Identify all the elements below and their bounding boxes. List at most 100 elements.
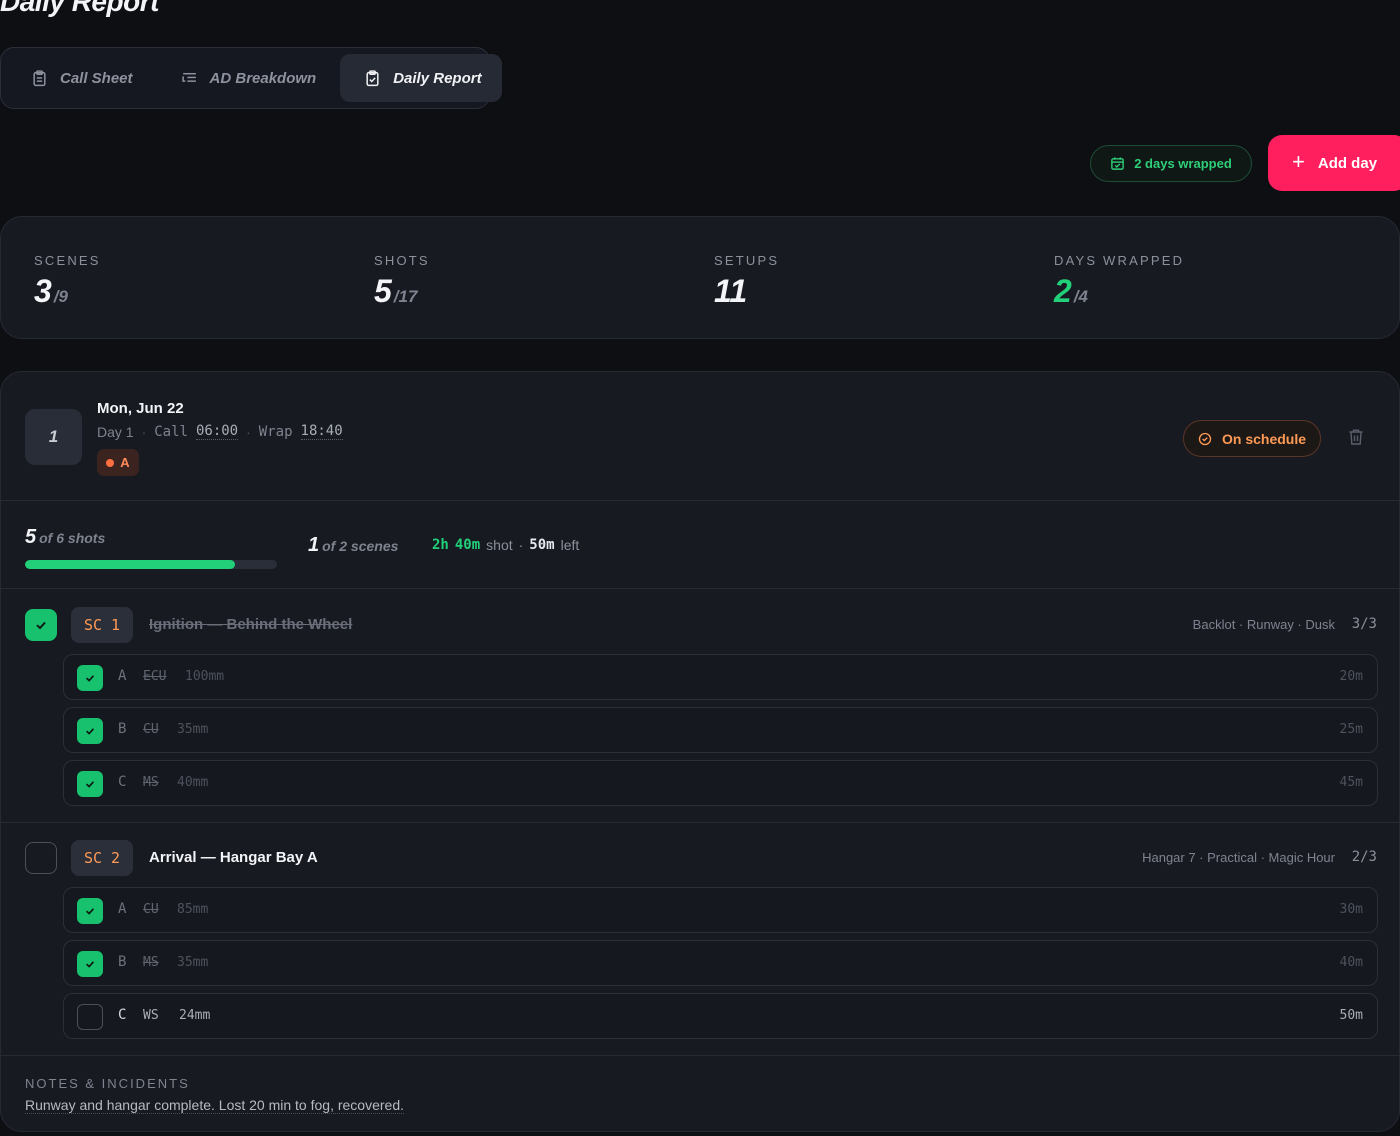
add-day-label: Add day [1317,154,1378,172]
trash-icon[interactable] [1348,428,1364,446]
scene-checkbox[interactable] [25,842,57,874]
day-card: 1 Mon, Jun 22 Day 1 · Call 06:00 · Wrap … [0,371,1400,1132]
tab-label: Call Sheet [60,69,133,87]
scene-tag: SC 1 [71,607,133,643]
shot-checkbox[interactable] [77,665,103,691]
stat-label: SETUPS [714,253,780,268]
tab-daily-report[interactable]: Daily Report [340,54,502,102]
day-date: Mon, Jun 22 [97,400,184,417]
day-label: Day 1 [97,423,134,440]
shot-checkbox[interactable] [77,898,103,924]
shot-row: C MS 40mm 45m [63,760,1378,806]
stat-label: SCENES [34,253,101,268]
divider [1,588,1399,589]
calendar-check-icon [1111,157,1125,170]
shot-letter: A [118,901,127,917]
stat-label: DAYS WRAPPED [1054,253,1185,268]
shot-row: B CU 35mm 25m [63,707,1378,753]
scene-location: Backlot · Runway · Dusk [1192,617,1335,632]
check-icon [85,728,95,735]
shot-lens: 85mm [177,902,209,917]
shot-lens: 35mm [177,722,209,737]
shot-row: A ECU 100mm 20m [63,654,1378,700]
day-number-badge: 1 [25,409,82,465]
check-icon [85,675,95,682]
stat-value: 3/9 [34,273,68,309]
unit-badge[interactable]: A [97,449,139,476]
call-time[interactable]: 06:00 [195,423,239,440]
check-icon [36,621,46,630]
wrap-label: Wrap [258,423,293,440]
stat-scenes: SCENES 3/9 [34,253,101,314]
divider [1,822,1399,823]
shot-row: C WS 24mm 50m [63,993,1378,1039]
stat-value: 11 [714,273,748,309]
check-icon [85,908,95,915]
tab-label: Daily Report [393,69,482,87]
shot-type: ECU [143,669,167,684]
scenes-progress-text: 1 of 2 scenes [308,534,399,556]
scene-location: Hangar 7 · Practical · Magic Hour [1142,850,1335,865]
scene-tag: SC 2 [71,840,133,876]
shot-lens: 35mm [177,955,209,970]
day-meta: Day 1 · Call 06:00 · Wrap 18:40 [97,423,343,440]
schedule-status-button[interactable]: On schedule [1183,420,1321,457]
shot-type: WS [143,1008,159,1023]
scene-shot-count: 3/3 [1351,616,1377,632]
shot-duration: 40m [1339,955,1363,970]
shot-lens: 100mm [185,669,225,684]
shot-letter: C [118,1007,127,1023]
list-indent-icon [181,72,196,82]
clipboard-icon [33,69,46,86]
shot-checkbox[interactable] [77,771,103,797]
days-wrapped-label: 2 days wrapped [1134,156,1232,171]
unit-dot-icon [106,458,115,467]
stats-panel: SCENES 3/9 SHOTS 5/17 SETUPS 11 DAYS WRA… [0,216,1400,339]
stat-label: SHOTS [374,253,430,268]
shot-checkbox[interactable] [77,718,103,744]
shots-progress-fill [25,560,235,569]
scene-shot-count: 2/3 [1351,849,1377,865]
shot-checkbox[interactable] [77,1004,103,1030]
tab-call-sheet[interactable]: Call Sheet [7,54,153,102]
scene-checkbox[interactable] [25,609,57,641]
shot-duration: 20m [1339,669,1363,684]
shot-lens: 40mm [177,775,209,790]
shot-checkbox[interactable] [77,951,103,977]
wrap-time[interactable]: 18:40 [300,423,343,440]
shots-progress-bar [25,560,277,569]
page-title: Daily Report [0,0,159,17]
shot-letter: B [118,721,127,737]
shot-duration: 30m [1339,902,1363,917]
shot-letter: B [118,954,127,970]
schedule-status-label: On schedule [1221,430,1307,447]
divider [1,500,1399,501]
scene-title: Arrival — Hangar Bay A [149,849,318,866]
notes-label: NOTES & INCIDENTS [25,1076,190,1091]
stat-value: 5/17 [374,273,418,309]
days-wrapped-badge: 2 days wrapped [1090,145,1252,182]
shot-type: MS [143,955,159,970]
call-label: Call [154,423,188,440]
tab-ad-breakdown[interactable]: AD Breakdown [157,54,337,102]
shots-progress-text: 5 of 6 shots [25,526,106,548]
plus-icon: + [1292,149,1305,174]
add-day-button[interactable]: + Add day [1268,135,1400,191]
shot-lens: 24mm [179,1008,211,1023]
shot-row: A CU 85mm 30m [63,887,1378,933]
shot-row: B MS 35mm 40m [63,940,1378,986]
shot-letter: C [118,774,127,790]
shot-duration: 50m [1339,1008,1363,1023]
time-summary: 2h 40m shot · 50m left [432,537,580,553]
shot-type: CU [143,902,159,917]
clipboard-check-icon [366,69,379,86]
shot-type: MS [143,775,159,790]
stat-shots: SHOTS 5/17 [374,253,430,314]
notes-text[interactable]: Runway and hangar complete. Lost 20 min … [25,1097,404,1114]
scene-row: SC 2 Arrival — Hangar Bay A Hangar 7 · P… [1,839,1399,879]
view-tabs: Call Sheet AD Breakdown Daily Report [0,47,502,109]
shot-duration: 45m [1339,775,1363,790]
tab-label: AD Breakdown [209,69,317,87]
unit-label: A [120,455,130,470]
shot-type: CU [143,722,159,737]
